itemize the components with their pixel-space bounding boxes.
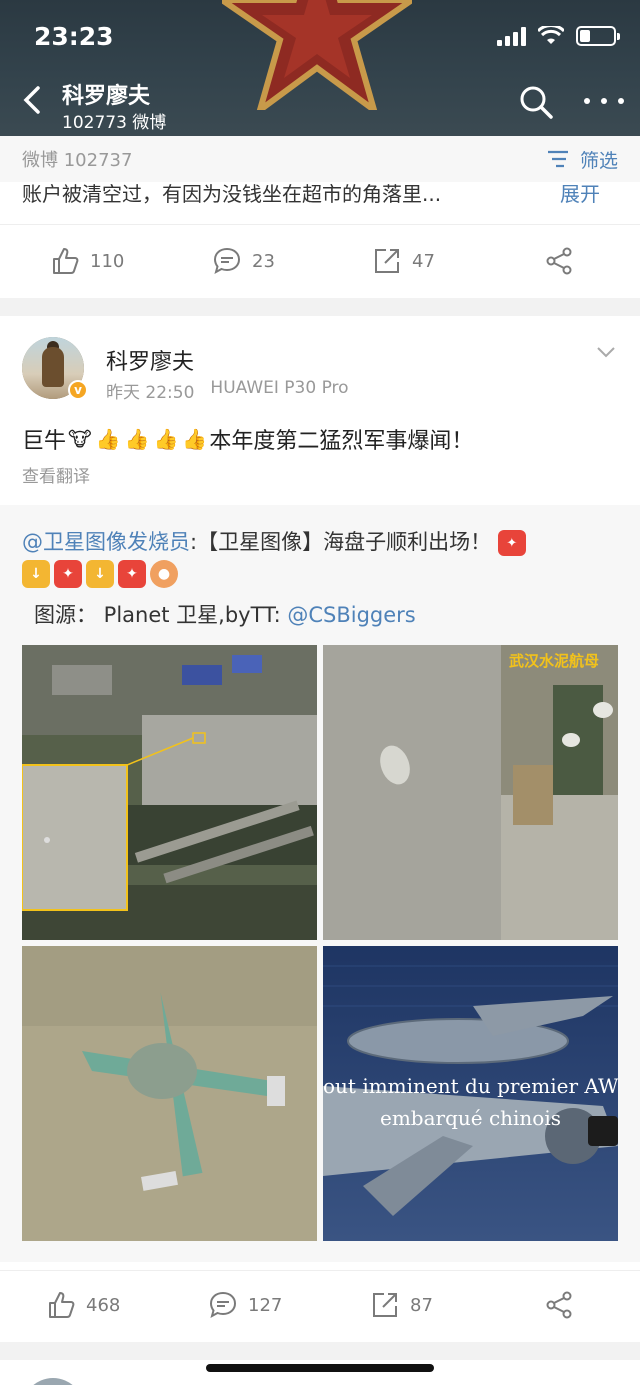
more-options-icon[interactable] xyxy=(584,88,624,114)
thumbs-up-emoji-icon: 👍 xyxy=(182,427,208,451)
awacs-caption-1: out imminent du premier AW xyxy=(323,1074,618,1098)
filter-label: 筛选 xyxy=(579,149,618,172)
status-icons xyxy=(497,26,620,46)
comment-count: 127 xyxy=(248,1294,283,1316)
arrow-down-sticker-icon: ↓ xyxy=(86,560,114,588)
back-arrow-icon[interactable] xyxy=(18,84,46,116)
cow-face-icon: 🐮 xyxy=(68,427,92,451)
repost-icon xyxy=(375,249,399,273)
profile-name: 科罗廖夫 xyxy=(62,84,151,109)
comment-icon xyxy=(213,247,241,275)
like-count: 110 xyxy=(90,250,125,272)
post-text: 巨牛 🐮 👍 👍 👍 👍 本年度第二猛烈军事爆闻！ xyxy=(22,423,473,455)
wuhan-caption: 武汉水泥航母 xyxy=(509,652,600,670)
post-author[interactable]: 科罗廖夫 xyxy=(106,344,194,376)
awesome-sticker-icon: ✦ xyxy=(54,560,82,588)
satellite-closeup-image xyxy=(323,645,618,940)
battery-icon xyxy=(576,26,620,46)
translate-link[interactable]: 查看翻译 xyxy=(22,462,90,487)
profile-post-count: 102773 微博 xyxy=(62,113,167,133)
repost-mention-link[interactable]: @卫星图像发烧员 xyxy=(22,530,190,554)
signal-icon xyxy=(497,26,526,46)
share-icon xyxy=(546,1291,572,1319)
post-device: HUAWEI P30 Pro xyxy=(210,378,349,398)
arrow-down-sticker-icon: ↓ xyxy=(22,560,50,588)
expand-link[interactable]: 展开 xyxy=(560,178,600,207)
satellite-image-1[interactable] xyxy=(22,645,317,940)
source-mention-link[interactable]: @CSBiggers xyxy=(287,603,415,627)
divider xyxy=(0,224,640,225)
repost-count: 47 xyxy=(412,250,435,272)
repost-icon xyxy=(373,1293,397,1317)
repost-button[interactable]: 87 xyxy=(370,1290,433,1320)
thumbs-up-icon xyxy=(49,1292,75,1318)
thumbs-up-emoji-icon: 👍 xyxy=(124,427,150,451)
weibo-profile-page: 23:23 科罗廖夫 102773 微博 微博 102737 筛选 账户被清空过… xyxy=(0,0,640,1385)
red-star-banner-icon xyxy=(222,0,412,110)
wifi-icon xyxy=(538,26,564,44)
status-time: 23:23 xyxy=(34,22,114,51)
awacs-render-image[interactable]: out imminent du premier AW embarqué chin… xyxy=(323,946,618,1241)
satellite-image-2[interactable]: 武汉水泥航母 xyxy=(323,645,618,940)
comment-button[interactable]: 23 xyxy=(212,246,275,276)
thumbs-up-emoji-icon: 👍 xyxy=(95,427,121,451)
repost-emoji-row: ↓ ✦ ↓ ✦ ● xyxy=(22,560,178,588)
share-button[interactable] xyxy=(544,1290,574,1320)
filter-bar: 微博 102737 筛选 xyxy=(0,136,640,182)
awesome-sticker-icon: ✦ xyxy=(497,530,526,556)
repost-text: @卫星图像发烧员:【卫星图像】海盘子顺利出场！ ✦ xyxy=(22,526,526,556)
chevron-down-icon[interactable] xyxy=(596,345,616,359)
like-button[interactable]: 110 xyxy=(50,246,124,276)
previous-post-text: 账户被清空过，有因为没钱坐在超市的角落里... xyxy=(22,182,442,206)
home-indicator[interactable] xyxy=(206,1364,434,1372)
like-count: 468 xyxy=(86,1294,121,1316)
verified-badge-icon: v xyxy=(68,380,88,400)
awacs-caption-2: embarqué chinois xyxy=(379,1106,562,1130)
satellite-airfield-image xyxy=(22,645,317,940)
post-time: 昨天 22:50 xyxy=(106,383,195,403)
repost-button[interactable]: 47 xyxy=(372,246,435,276)
repost-text-body: :【卫星图像】海盘子顺利出场！ xyxy=(190,530,492,554)
divider xyxy=(0,1270,640,1271)
thumbs-up-icon xyxy=(53,248,79,274)
image-source-text: 图源： Planet 卫星,byTT: @CSBiggers xyxy=(34,599,416,629)
satellite-image-3[interactable] xyxy=(22,946,317,1241)
like-sticker-icon: ✦ xyxy=(118,560,146,588)
share-icon xyxy=(546,247,572,275)
post-text-suffix: 本年度第二猛烈军事爆闻！ xyxy=(209,429,474,454)
filter-icon xyxy=(547,150,568,168)
pig-face-icon: ● xyxy=(150,560,178,588)
share-button[interactable] xyxy=(544,246,574,276)
weibo-count: 微博 102737 xyxy=(22,150,133,171)
thumbs-up-emoji-icon: 👍 xyxy=(153,427,179,451)
post-text-prefix: 巨牛 xyxy=(22,429,67,454)
repost-count: 87 xyxy=(410,1294,433,1316)
profile-header: 23:23 科罗廖夫 102773 微博 xyxy=(0,0,640,136)
filter-button[interactable]: 筛选 xyxy=(546,146,618,173)
image-source-prefix: 图源： Planet 卫星,byTT: xyxy=(34,603,288,627)
comment-button[interactable]: 127 xyxy=(208,1290,282,1320)
like-button[interactable]: 468 xyxy=(46,1290,120,1320)
search-icon[interactable] xyxy=(518,84,554,120)
post-meta: 昨天 22:50 HUAWEI P30 Pro xyxy=(106,378,349,403)
comment-count: 23 xyxy=(252,250,275,272)
comment-icon xyxy=(209,1291,237,1319)
aircraft-satellite-image xyxy=(22,946,317,1241)
